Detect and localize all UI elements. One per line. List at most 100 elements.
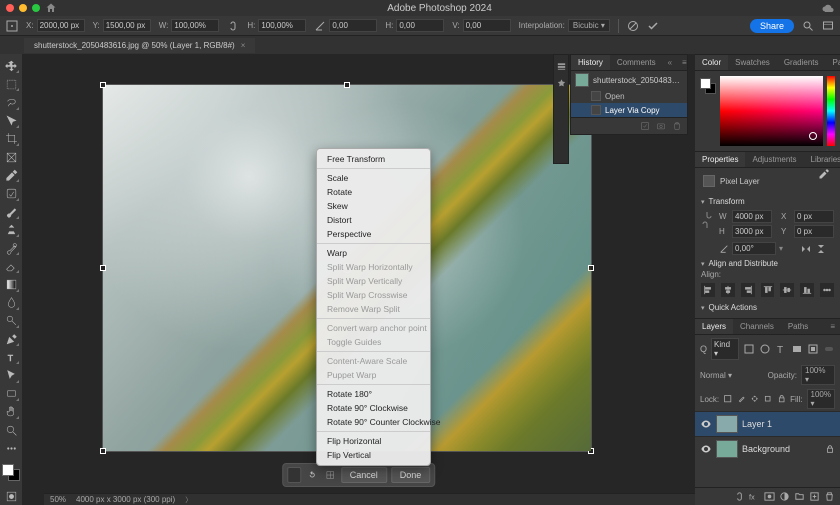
layer-fx-icon[interactable]: fx	[749, 491, 760, 502]
menu-rotate-90-ccw[interactable]: Rotate 90° Counter Clockwise	[317, 415, 430, 429]
flip-v-prop-icon[interactable]	[815, 243, 827, 255]
zoom-window[interactable]	[32, 4, 40, 12]
pen-tool[interactable]	[2, 331, 20, 347]
transform-handle-e[interactable]	[588, 265, 594, 271]
transform-handle-n[interactable]	[344, 82, 350, 88]
tab-color[interactable]: Color	[695, 55, 728, 70]
lock-all-icon[interactable]	[777, 394, 786, 403]
prop-x-input[interactable]	[794, 210, 834, 223]
vskew-input[interactable]	[463, 19, 511, 32]
tab-paths[interactable]: Paths	[781, 319, 815, 334]
filter-type-icon[interactable]: T	[775, 343, 787, 355]
move-tool[interactable]	[2, 58, 20, 74]
lock-position-icon[interactable]	[750, 394, 759, 403]
menu-skew[interactable]: Skew	[317, 199, 430, 213]
close-tab-icon[interactable]: ×	[241, 41, 246, 50]
angle-input[interactable]	[329, 19, 377, 32]
layer-filter-select[interactable]: Kind ▾	[711, 338, 739, 360]
color-eyedropper-icon[interactable]	[818, 168, 830, 180]
section-quick-actions[interactable]: Quick Actions	[701, 303, 834, 312]
h-input[interactable]	[258, 19, 306, 32]
menu-flip-horizontal[interactable]: Flip Horizontal	[317, 434, 430, 448]
menu-free-transform[interactable]: Free Transform	[317, 152, 430, 166]
transform-handle-nw[interactable]	[100, 82, 106, 88]
interp-select[interactable]: Bicubic ▾	[568, 19, 610, 32]
opacity-input[interactable]: 100% ▾	[801, 365, 835, 385]
lock-artboard-icon[interactable]	[763, 394, 772, 403]
x-input[interactable]	[37, 19, 85, 32]
tab-gradients[interactable]: Gradients	[777, 55, 826, 70]
transform-handle-sw[interactable]	[100, 448, 106, 454]
history-source[interactable]: shutterstock_2050483616.jpg	[571, 71, 687, 89]
search-icon[interactable]	[802, 20, 814, 32]
crop-tool[interactable]	[2, 131, 20, 147]
tab-history[interactable]: History	[571, 55, 610, 70]
color-spectrum[interactable]	[720, 76, 823, 146]
menu-rotate-90-cw[interactable]: Rotate 90° Clockwise	[317, 401, 430, 415]
menu-flip-vertical[interactable]: Flip Vertical	[317, 448, 430, 462]
layer-mask-icon[interactable]	[764, 491, 775, 502]
section-align[interactable]: Align and Distribute	[701, 259, 834, 268]
hand-tool[interactable]	[2, 404, 20, 420]
share-button[interactable]: Share	[750, 19, 794, 33]
dodge-tool[interactable]	[2, 313, 20, 329]
frame-tool[interactable]	[2, 149, 20, 165]
align-left-icon[interactable]	[701, 283, 715, 297]
cancel-button[interactable]: Cancel	[341, 467, 387, 483]
fill-input[interactable]: 100% ▾	[807, 389, 835, 409]
foreground-background-swatches[interactable]	[2, 464, 20, 480]
tab-swatches[interactable]: Swatches	[728, 55, 777, 70]
filter-smart-icon[interactable]	[807, 343, 819, 355]
blur-tool[interactable]	[2, 295, 20, 311]
ratio-toggle[interactable]	[287, 467, 301, 483]
cloud-sync-icon[interactable]	[822, 2, 834, 14]
tab-patterns[interactable]: Patterns	[826, 55, 840, 70]
reference-point-icon[interactable]	[6, 20, 18, 32]
new-layer-icon[interactable]	[809, 491, 820, 502]
tab-layers[interactable]: Layers	[695, 319, 733, 334]
align-vcenter-icon[interactable]	[780, 283, 794, 297]
visibility-toggle-background[interactable]	[700, 443, 712, 455]
history-delete-icon[interactable]	[672, 121, 682, 131]
group-layers-icon[interactable]	[794, 491, 805, 502]
document-tab[interactable]: shutterstock_2050483616.jpg @ 50% (Layer…	[24, 38, 255, 53]
prop-angle-input[interactable]	[732, 242, 776, 255]
tab-properties[interactable]: Properties	[695, 152, 745, 167]
link-wh-properties-icon[interactable]	[701, 208, 713, 232]
link-wh-icon[interactable]	[227, 20, 239, 32]
warp-grid-icon[interactable]	[323, 468, 337, 482]
history-new-snapshot-icon[interactable]	[656, 121, 666, 131]
tab-adjustments[interactable]: Adjustments	[745, 152, 803, 167]
marquee-tool[interactable]	[2, 76, 20, 92]
lock-icon[interactable]	[825, 444, 835, 454]
color-fg-bg-swatch[interactable]	[700, 78, 716, 94]
delete-layer-icon[interactable]	[824, 491, 835, 502]
reset-icon[interactable]	[305, 468, 319, 482]
hue-slider[interactable]	[827, 76, 835, 146]
type-tool[interactable]: T	[2, 349, 20, 365]
history-snapshot-from-doc-icon[interactable]	[640, 121, 650, 131]
align-bottom-icon[interactable]	[800, 283, 814, 297]
workspace-icon[interactable]	[822, 20, 834, 32]
prop-w-input[interactable]	[732, 210, 772, 223]
cancel-transform-icon[interactable]	[627, 20, 639, 32]
gradient-tool[interactable]	[2, 276, 20, 292]
zoom-level[interactable]: 50%	[50, 495, 66, 504]
close-window[interactable]	[6, 4, 14, 12]
menu-warp[interactable]: Warp	[317, 246, 430, 260]
menu-rotate-180[interactable]: Rotate 180°	[317, 387, 430, 401]
zoom-tool[interactable]	[2, 422, 20, 438]
filter-pixel-icon[interactable]	[743, 343, 755, 355]
history-step-layer-via-copy[interactable]: Layer Via Copy	[571, 103, 687, 117]
collapsed-panel-icon-b[interactable]	[556, 78, 567, 89]
tab-channels[interactable]: Channels	[733, 319, 781, 334]
transform-handle-se[interactable]	[588, 448, 594, 454]
link-layers-icon[interactable]	[734, 491, 745, 502]
quickmask-toggle[interactable]	[2, 489, 20, 505]
layer-row-background[interactable]: Background	[695, 436, 840, 461]
eyedropper-tool[interactable]	[2, 167, 20, 183]
commit-transform-icon[interactable]	[647, 20, 659, 32]
lock-pixels-icon[interactable]	[737, 394, 746, 403]
flip-h-prop-icon[interactable]	[800, 243, 812, 255]
menu-scale[interactable]: Scale	[317, 171, 430, 185]
